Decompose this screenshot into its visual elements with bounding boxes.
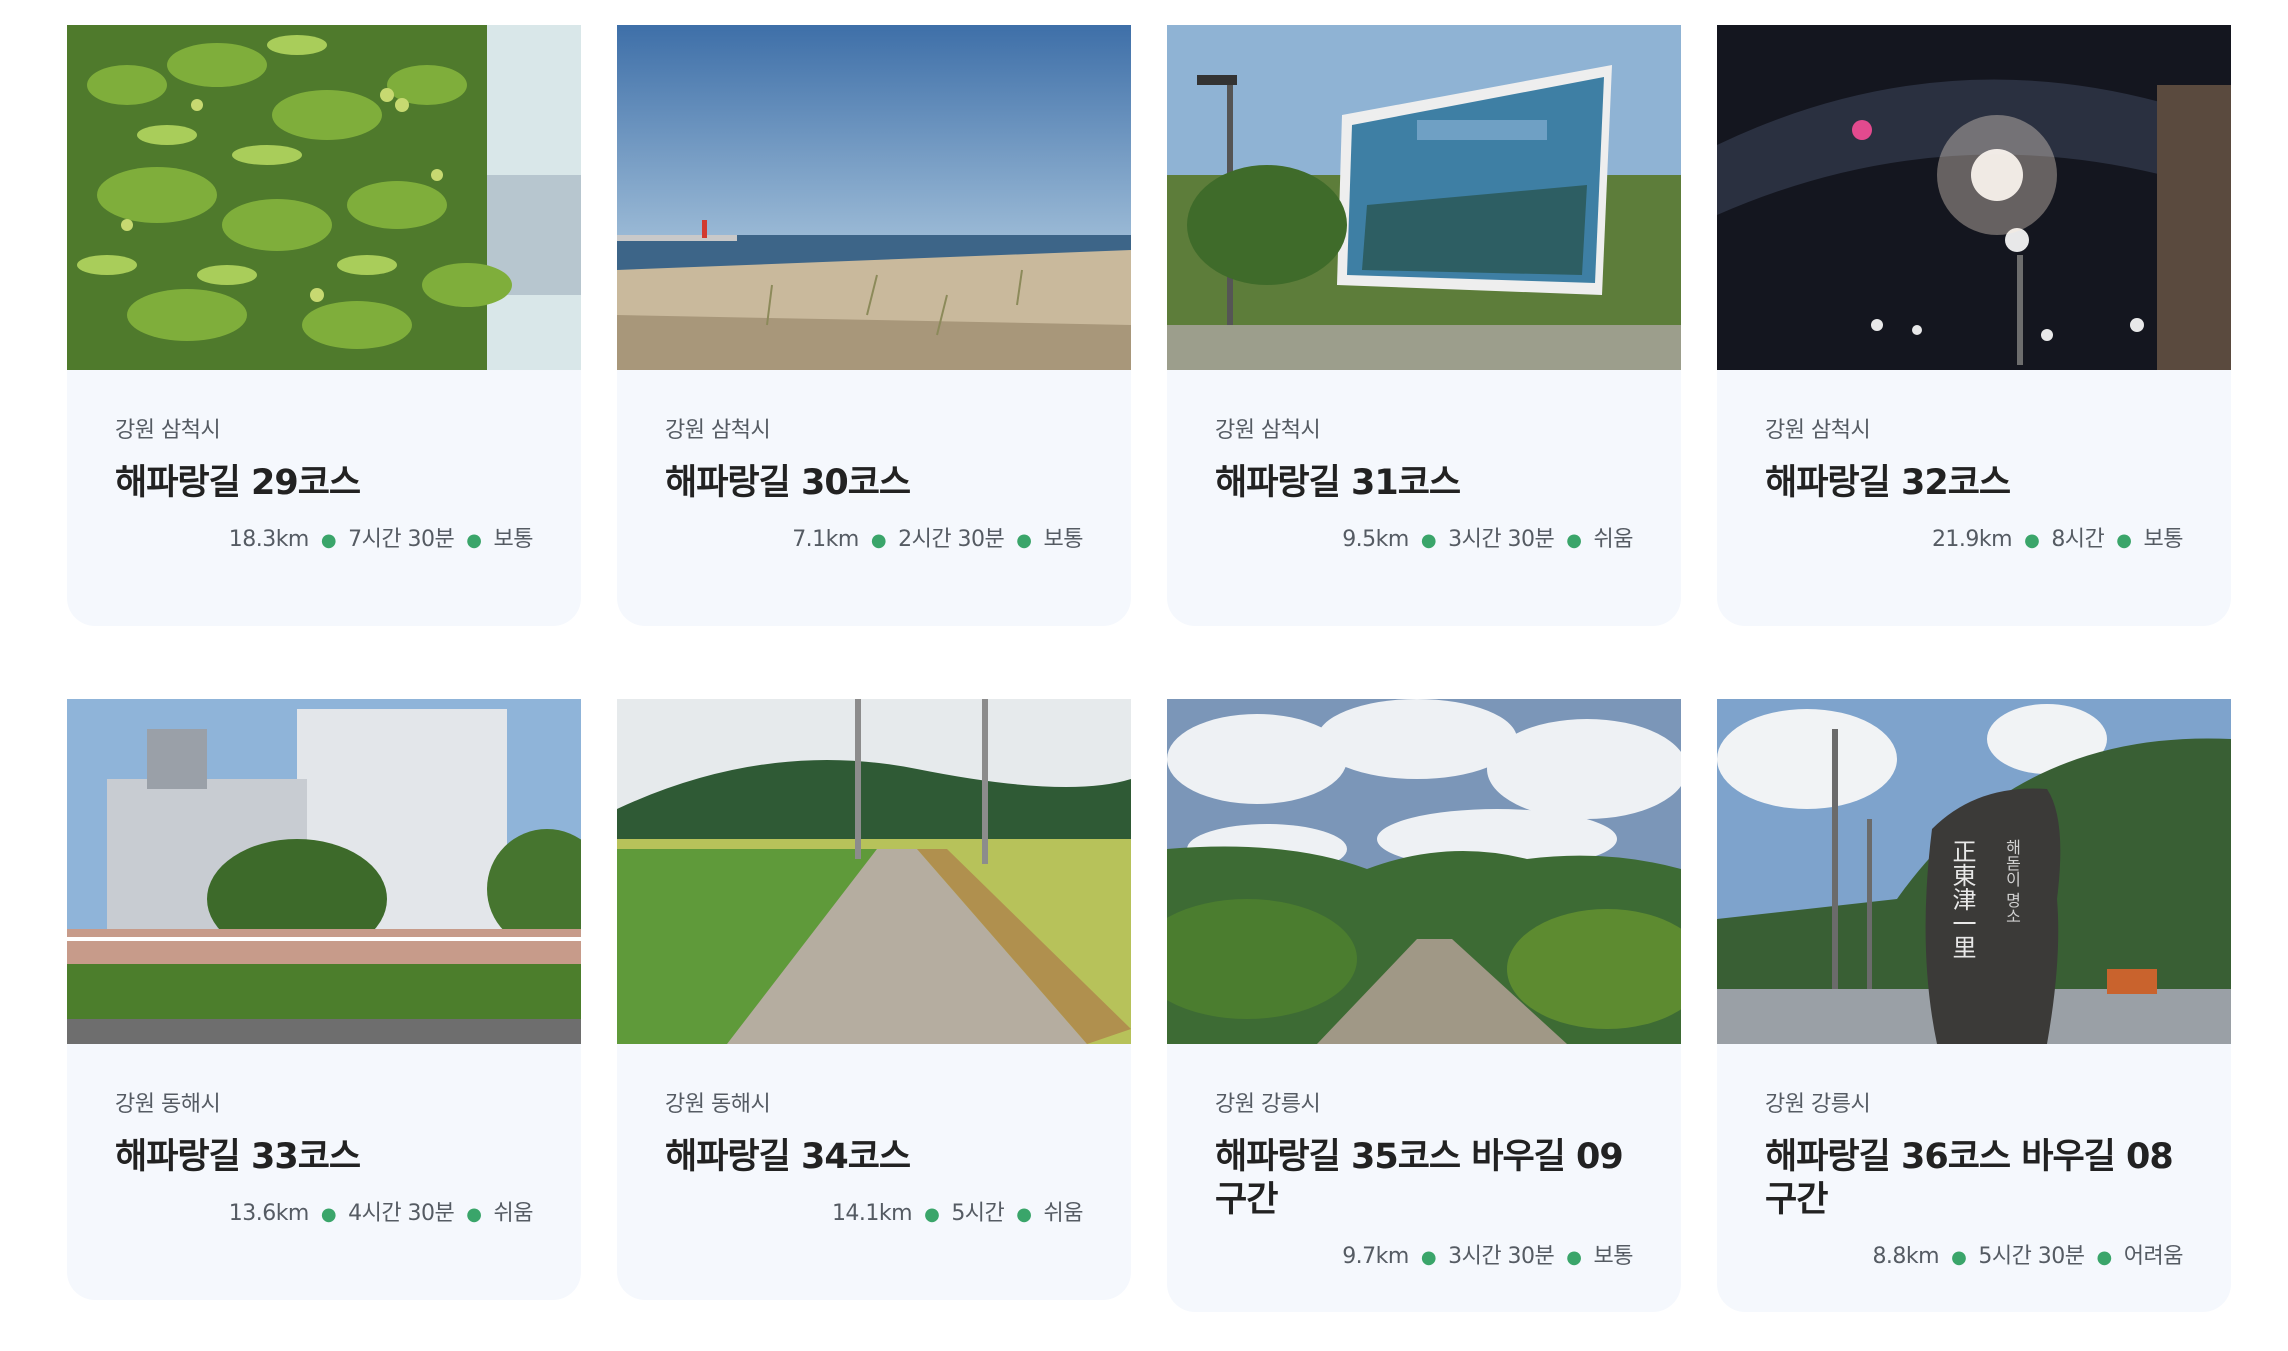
course-difficulty: 보통 bbox=[1043, 527, 1084, 552]
course-duration: 3시간 30분 bbox=[1448, 527, 1555, 552]
course-region: 강원 강릉시 bbox=[1215, 1092, 1321, 1117]
course-photo-jujube-tree[interactable] bbox=[67, 25, 581, 370]
course-photo-night-gate[interactable] bbox=[1717, 25, 2231, 370]
stone-inscription: 正東津一里 bbox=[1948, 839, 1976, 959]
course-info: 강원 동해시 해파랑길 33코스 13.6km ● 4시간 30분 ● 쉬움 bbox=[67, 1044, 581, 1300]
separator-dot-icon: ● bbox=[1420, 530, 1437, 551]
course-duration: 5시간 bbox=[951, 1201, 1005, 1226]
course-meta: 13.6km ● 4시간 30분 ● 쉬움 bbox=[115, 1195, 534, 1227]
course-grid: 강원 삼척시 해파랑길 29코스 18.3km ● 7시간 30분 ● 보통 강… bbox=[67, 25, 2231, 1312]
course-title[interactable]: 해파랑길 33코스 bbox=[115, 1136, 533, 1179]
course-meta: 9.7km ● 3시간 30분 ● 보통 bbox=[1215, 1238, 1633, 1270]
course-photo-village-billboard[interactable] bbox=[1167, 25, 1681, 370]
separator-dot-icon: ● bbox=[1420, 1247, 1437, 1268]
course-info: 강원 강릉시 해파랑길 35코스 바우길 09구간 9.7km ● 3시간 30분 ●… bbox=[1167, 1044, 1681, 1312]
course-duration: 7시간 30분 bbox=[348, 527, 455, 552]
course-region: 강원 삼척시 bbox=[1765, 418, 1871, 443]
course-difficulty: 쉬움 bbox=[493, 1201, 534, 1226]
course-region: 강원 삼척시 bbox=[115, 418, 221, 443]
course-duration: 5시간 30분 bbox=[1978, 1244, 2085, 1269]
course-meta: 21.9km ● 8시간 ● 보통 bbox=[1765, 521, 2184, 553]
course-card[interactable]: 강원 삼척시 해파랑길 30코스 7.1km ● 2시간 30분 ● 보통 bbox=[617, 25, 1131, 626]
separator-dot-icon: ● bbox=[466, 1204, 482, 1225]
course-duration: 4시간 30분 bbox=[348, 1201, 455, 1226]
course-duration: 2시간 30분 bbox=[898, 527, 1005, 552]
separator-dot-icon: ● bbox=[466, 530, 482, 551]
stone-subinscription: 해돋이 명소 bbox=[2003, 839, 2022, 924]
course-distance: 9.5km bbox=[1342, 527, 1409, 552]
course-info: 강원 삼척시 해파랑길 29코스 18.3km ● 7시간 30분 ● 보통 bbox=[67, 370, 581, 626]
course-difficulty: 쉬움 bbox=[1593, 527, 1634, 552]
separator-dot-icon: ● bbox=[1016, 1204, 1032, 1225]
course-duration: 3시간 30분 bbox=[1448, 1244, 1555, 1269]
course-card[interactable]: 강원 동해시 해파랑길 33코스 13.6km ● 4시간 30분 ● 쉬움 bbox=[67, 699, 581, 1300]
course-distance: 14.1km bbox=[831, 1201, 913, 1226]
course-region: 강원 강릉시 bbox=[1765, 1092, 1871, 1117]
course-photo-rice-field-path[interactable] bbox=[617, 699, 1131, 1044]
course-info: 강원 삼척시 해파랑길 31코스 9.5km ● 3시간 30분 ● 쉬움 bbox=[1167, 370, 1681, 626]
separator-dot-icon: ● bbox=[870, 530, 887, 551]
course-distance: 9.7km bbox=[1342, 1244, 1409, 1269]
course-card[interactable]: 강원 동해시 해파랑길 34코스 14.1km ● 5시간 ● 쉬움 bbox=[617, 699, 1131, 1300]
course-region: 강원 동해시 bbox=[115, 1092, 221, 1117]
course-card[interactable]: 강원 삼척시 해파랑길 29코스 18.3km ● 7시간 30분 ● 보통 bbox=[67, 25, 581, 626]
course-difficulty: 보통 bbox=[2143, 527, 2184, 552]
separator-dot-icon: ● bbox=[1951, 1247, 1967, 1268]
course-difficulty: 보통 bbox=[1593, 1244, 1634, 1269]
course-duration: 8시간 bbox=[2051, 527, 2105, 552]
separator-dot-icon: ● bbox=[320, 1204, 337, 1225]
course-meta: 7.1km ● 2시간 30분 ● 보통 bbox=[665, 521, 1083, 553]
course-difficulty: 쉬움 bbox=[1043, 1201, 1084, 1226]
separator-dot-icon: ● bbox=[320, 530, 337, 551]
course-title[interactable]: 해파랑길 31코스 bbox=[1215, 462, 1633, 505]
course-region: 강원 삼척시 bbox=[665, 418, 771, 443]
course-title[interactable]: 해파랑길 32코스 bbox=[1765, 462, 2183, 505]
separator-dot-icon: ● bbox=[924, 1204, 940, 1225]
course-region: 강원 삼척시 bbox=[1215, 418, 1321, 443]
course-card[interactable]: 正東津一里 해돋이 명소 강원 강릉시 해파랑길 36코스 바우길 08구간 8… bbox=[1717, 699, 2231, 1312]
course-title[interactable]: 해파랑길 34코스 bbox=[665, 1136, 1083, 1179]
course-info: 강원 삼척시 해파랑길 30코스 7.1km ● 2시간 30분 ● 보통 bbox=[617, 370, 1131, 626]
course-distance: 8.8km bbox=[1872, 1244, 1940, 1269]
course-difficulty: 보통 bbox=[493, 527, 534, 552]
course-difficulty: 어려움 bbox=[2123, 1244, 2184, 1269]
separator-dot-icon: ● bbox=[1566, 530, 1582, 551]
course-photo-jeongdongjin-stone[interactable]: 正東津一里 해돋이 명소 bbox=[1717, 699, 2231, 1044]
course-meta: 18.3km ● 7시간 30분 ● 보통 bbox=[115, 521, 534, 553]
course-info: 강원 동해시 해파랑길 34코스 14.1km ● 5시간 ● 쉬움 bbox=[617, 1044, 1131, 1300]
separator-dot-icon: ● bbox=[2024, 530, 2040, 551]
course-photo-factory[interactable] bbox=[67, 699, 581, 1044]
course-distance: 18.3km bbox=[228, 527, 310, 552]
course-meta: 14.1km ● 5시간 ● 쉬움 bbox=[665, 1195, 1084, 1227]
course-distance: 13.6km bbox=[228, 1201, 310, 1226]
separator-dot-icon: ● bbox=[2116, 530, 2132, 551]
separator-dot-icon: ● bbox=[1016, 530, 1032, 551]
course-photo-mountain-road[interactable] bbox=[1167, 699, 1681, 1044]
course-photo-sandy-beach[interactable] bbox=[617, 25, 1131, 370]
course-distance: 7.1km bbox=[792, 527, 859, 552]
course-distance: 21.9km bbox=[1931, 527, 2013, 552]
course-title[interactable]: 해파랑길 35코스 바우길 09구간 bbox=[1215, 1136, 1633, 1222]
course-meta: 9.5km ● 3시간 30분 ● 쉬움 bbox=[1215, 521, 1633, 553]
course-title[interactable]: 해파랑길 30코스 bbox=[665, 462, 1083, 505]
course-card[interactable]: 강원 삼척시 해파랑길 31코스 9.5km ● 3시간 30분 ● 쉬움 bbox=[1167, 25, 1681, 626]
course-title[interactable]: 해파랑길 36코스 바우길 08구간 bbox=[1765, 1136, 2183, 1222]
course-card[interactable]: 강원 삼척시 해파랑길 32코스 21.9km ● 8시간 ● 보통 bbox=[1717, 25, 2231, 626]
course-region: 강원 동해시 bbox=[665, 1092, 771, 1117]
separator-dot-icon: ● bbox=[2096, 1247, 2113, 1268]
course-info: 강원 강릉시 해파랑길 36코스 바우길 08구간 8.8km ● 5시간 30분 ●… bbox=[1717, 1044, 2231, 1312]
separator-dot-icon: ● bbox=[1566, 1247, 1582, 1268]
course-title[interactable]: 해파랑길 29코스 bbox=[115, 462, 533, 505]
course-info: 강원 삼척시 해파랑길 32코스 21.9km ● 8시간 ● 보통 bbox=[1717, 370, 2231, 626]
course-meta: 8.8km ● 5시간 30분 ● 어려움 bbox=[1765, 1238, 2183, 1270]
course-card[interactable]: 강원 강릉시 해파랑길 35코스 바우길 09구간 9.7km ● 3시간 30분 ●… bbox=[1167, 699, 1681, 1312]
